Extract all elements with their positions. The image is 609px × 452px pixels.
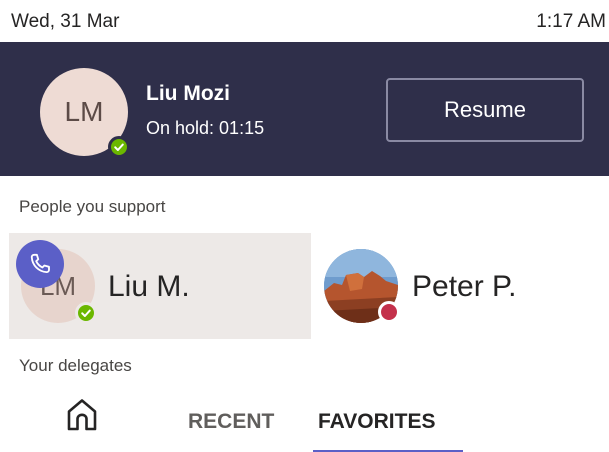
phone-icon [16,240,64,288]
avatar: LM [40,68,130,158]
person-tile-liu[interactable]: LM Liu M. [9,233,311,339]
person-tile-peter[interactable]: Peter P. [316,233,609,339]
person-name: Liu M. [108,270,190,303]
presence-available-icon [75,302,97,324]
tab-recent[interactable]: RECENT [188,410,274,434]
section-heading-people-you-support: People you support [19,197,166,216]
status-date: Wed, 31 Mar [11,11,120,32]
presence-busy-icon [378,301,400,323]
home-icon [67,399,97,431]
home-button[interactable] [62,394,102,434]
caller-name: Liu Mozi [146,82,230,105]
tab-favorites[interactable]: FAVORITES [318,410,435,434]
resume-button[interactable]: Resume [386,78,584,142]
person-name: Peter P. [412,270,517,303]
status-time: 1:17 AM [536,11,606,32]
hold-timer: On hold: 01:15 [146,118,265,138]
section-heading-your-delegates: Your delegates [19,356,132,375]
status-bar: Wed, 31 Mar 1:17 AM [0,0,609,42]
bottom-nav: RECENT FAVORITES [0,384,609,452]
presence-available-icon [108,136,130,158]
hold-call-banner[interactable]: LM Liu Mozi On hold: 01:15 Resume [0,42,609,176]
